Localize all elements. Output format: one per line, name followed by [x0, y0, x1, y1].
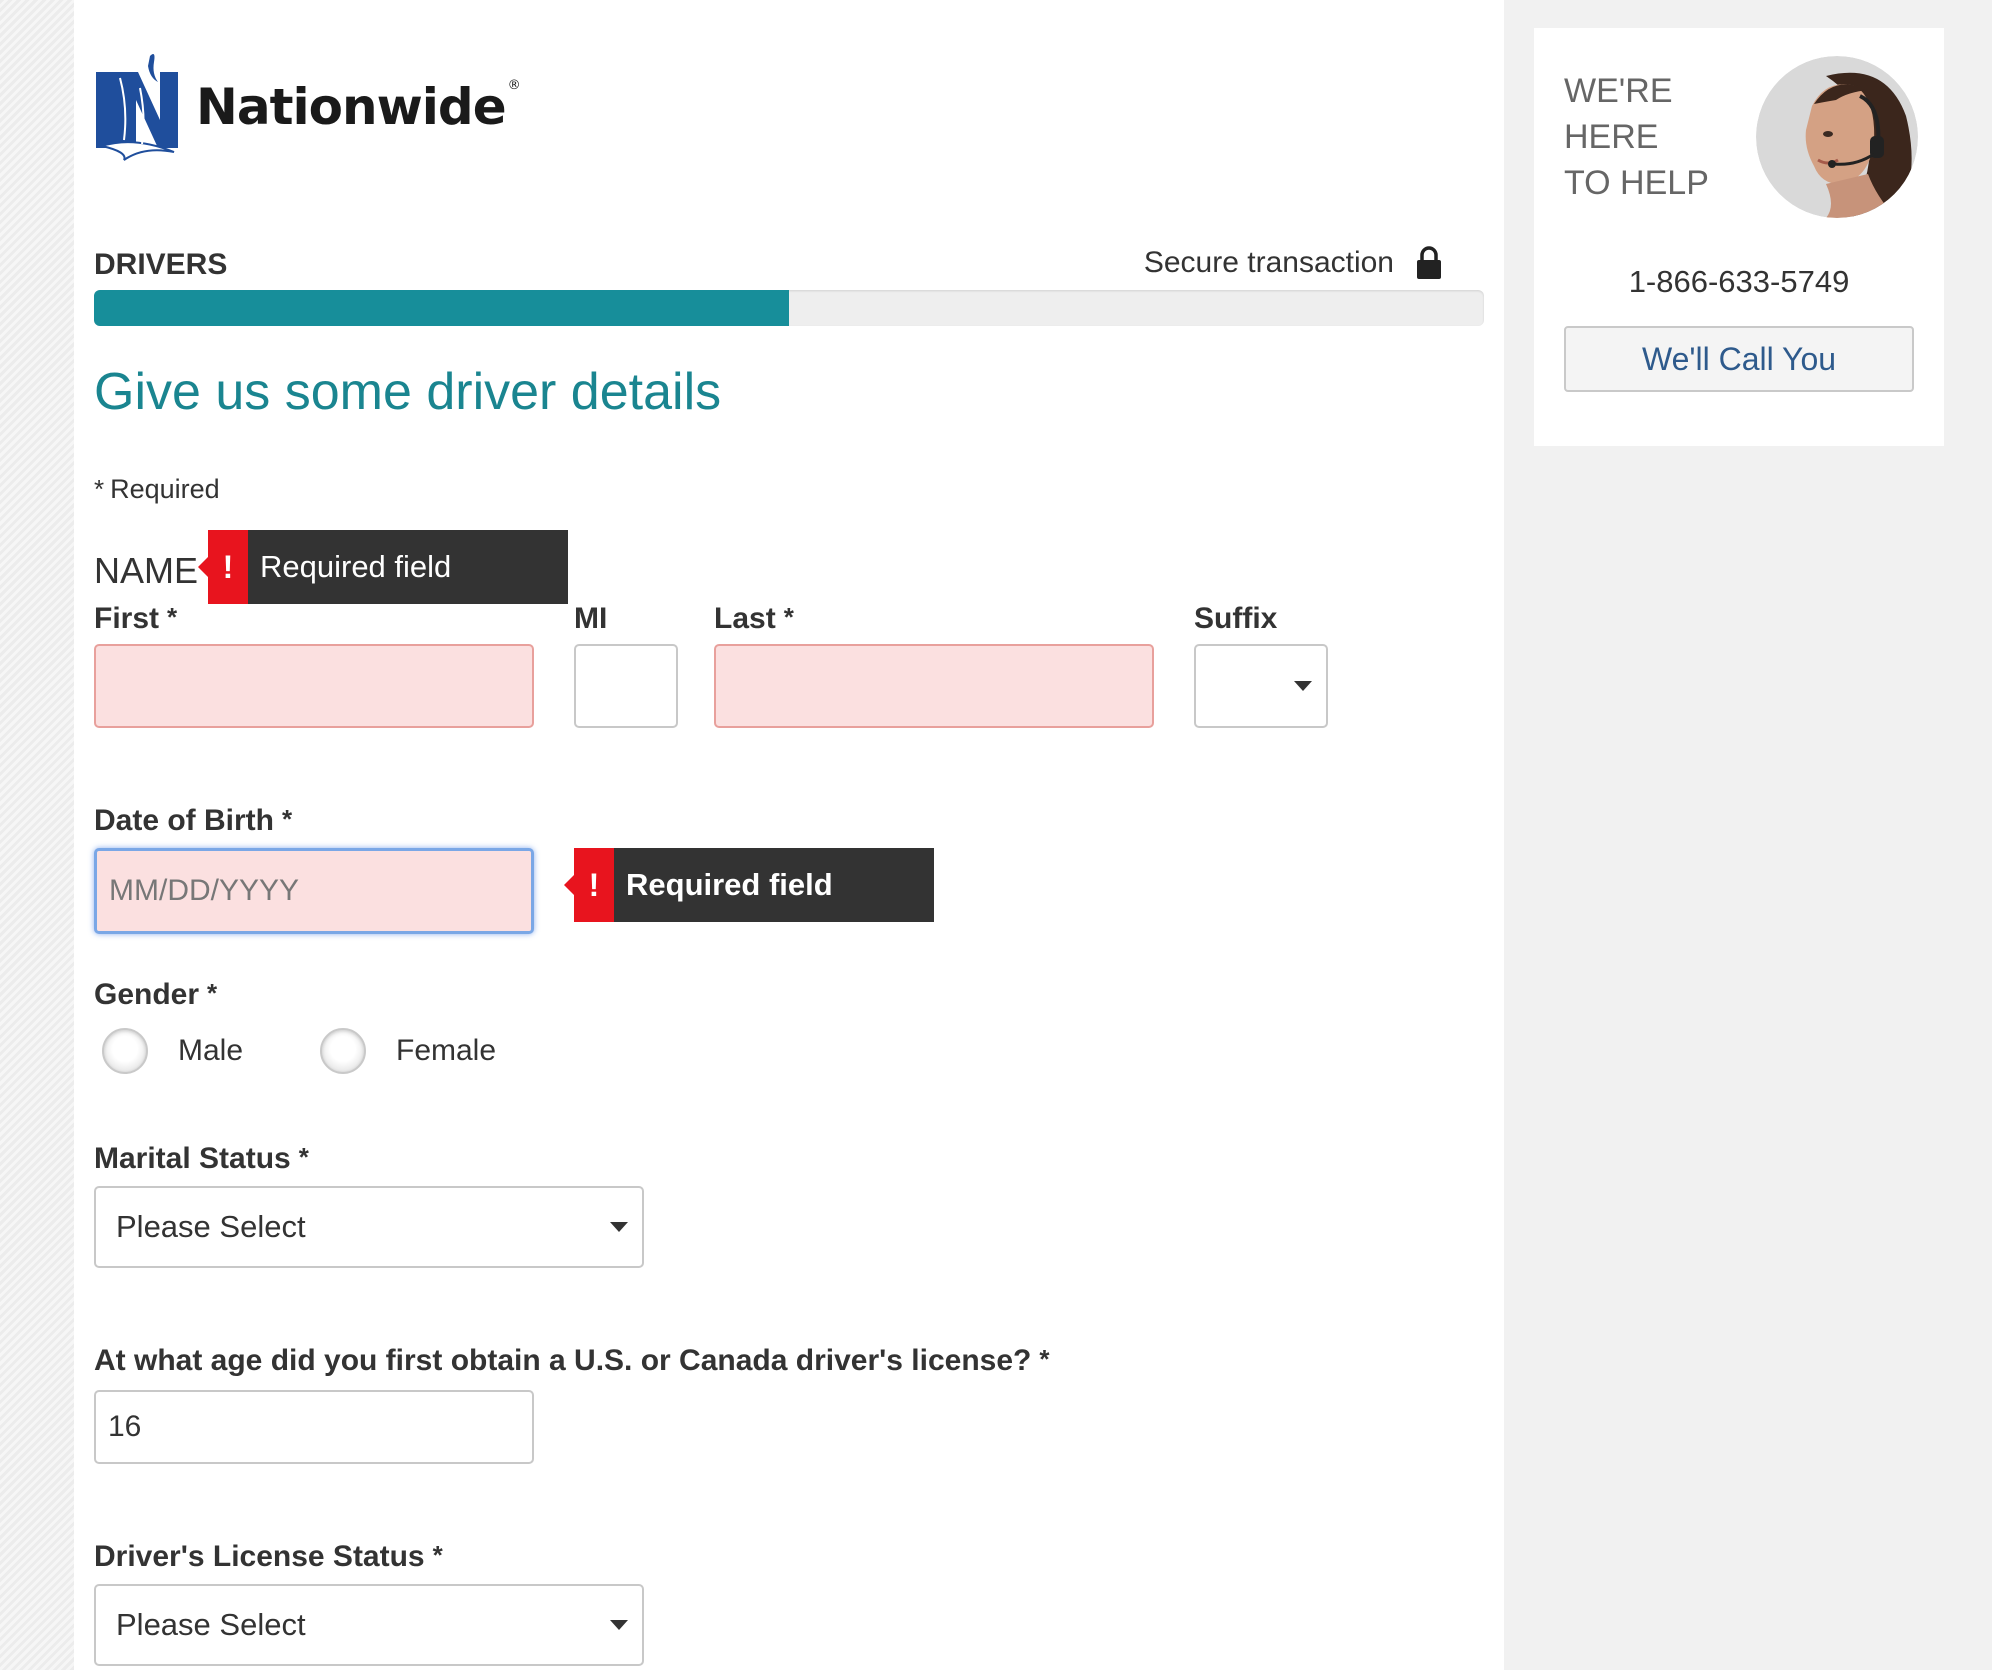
chevron-down-icon: [610, 1222, 628, 1232]
chevron-down-icon: [610, 1620, 628, 1630]
dob-label: Date of Birth *: [94, 804, 292, 838]
progress-bar: [94, 290, 1484, 326]
nationwide-eagle-logo-icon: [96, 54, 178, 161]
help-line: WE'RE: [1564, 72, 1673, 110]
gender-option-male[interactable]: Male: [102, 1028, 243, 1074]
required-star: *: [783, 602, 794, 632]
help-line: HERE: [1564, 118, 1659, 156]
error-icon: !: [564, 848, 614, 922]
help-line: TO HELP: [1564, 164, 1709, 202]
mi-input[interactable]: [574, 644, 678, 728]
required-star: *: [207, 978, 218, 1008]
name-error-tooltip: ! Required field: [198, 530, 568, 604]
page-background-stripes: [0, 0, 74, 1670]
support-agent-avatar: [1756, 56, 1918, 218]
phone-number[interactable]: 1-866-633-5749: [1534, 264, 1944, 300]
gender-option-female[interactable]: Female: [320, 1028, 496, 1074]
required-note-text: Required: [110, 474, 220, 504]
dob-error-text: Required field: [626, 867, 833, 902]
brand-name-text: Nationwide: [196, 78, 507, 136]
secure-transaction-text: Secure transaction: [1143, 246, 1394, 279]
radio-button[interactable]: [102, 1028, 148, 1074]
progress-fill: [94, 290, 789, 326]
required-note-star: *: [94, 474, 105, 504]
gender-label: Gender *: [94, 978, 217, 1012]
license-status-value: Please Select: [116, 1607, 306, 1642]
first-name-label-text: First: [94, 602, 160, 635]
required-star: *: [1039, 1344, 1050, 1374]
license-age-input[interactable]: [94, 1390, 534, 1464]
chevron-down-icon: [1294, 681, 1312, 691]
required-star: *: [298, 1142, 309, 1172]
mi-label: MI: [574, 602, 608, 635]
required-star: *: [167, 602, 178, 632]
license-status-label: Driver's License Status *: [94, 1540, 443, 1574]
first-name-label: First *: [94, 602, 177, 636]
well-call-you-button[interactable]: We'll Call You: [1564, 326, 1914, 392]
secure-transaction: Secure transaction: [1144, 246, 1442, 280]
license-age-label: At what age did you first obtain a U.S. …: [94, 1344, 1049, 1378]
last-name-label: Last *: [714, 602, 794, 636]
license-status-select[interactable]: Please Select: [94, 1584, 644, 1666]
gender-option-label: Male: [178, 1034, 244, 1067]
name-error-text: Required field: [260, 549, 452, 584]
marital-status-value: Please Select: [116, 1209, 306, 1244]
page-title: Give us some driver details: [94, 363, 722, 421]
license-age-label-text: At what age did you first obtain a U.S. …: [94, 1344, 1032, 1377]
suffix-select[interactable]: [1194, 644, 1328, 728]
marital-status-select[interactable]: Please Select: [94, 1186, 644, 1268]
help-heading: WE'RE HERE TO HELP: [1564, 68, 1744, 206]
step-label: DRIVERS: [94, 248, 228, 281]
suffix-label: Suffix: [1194, 602, 1278, 635]
required-star: *: [282, 804, 293, 834]
brand-name: Nationwide ®: [196, 78, 521, 136]
registered-mark: ®: [507, 78, 521, 93]
radio-button[interactable]: [320, 1028, 366, 1074]
name-section-heading: NAME: [94, 550, 199, 591]
license-status-label-text: Driver's License Status: [94, 1540, 425, 1573]
dob-input[interactable]: [94, 848, 534, 934]
dob-error-tooltip: ! Required field: [564, 848, 934, 922]
lock-icon: [1417, 246, 1441, 279]
marital-status-label: Marital Status *: [94, 1142, 309, 1176]
main-content: Nationwide ® DRIVERS Secure transaction G…: [74, 0, 1504, 1670]
marital-status-label-text: Marital Status: [94, 1142, 291, 1175]
required-note: * Required: [94, 474, 220, 505]
gender-option-label: Female: [396, 1034, 497, 1067]
first-name-input[interactable]: [94, 644, 534, 728]
brand-logo[interactable]: Nationwide ®: [94, 48, 521, 166]
last-name-input[interactable]: [714, 644, 1154, 728]
gender-label-text: Gender: [94, 978, 200, 1011]
required-star: *: [432, 1540, 443, 1570]
error-icon: !: [198, 530, 248, 604]
help-sidebar: WE'RE HERE TO HELP 1-866-633-5749 We'll …: [1534, 28, 1944, 446]
dob-label-text: Date of Birth: [94, 804, 274, 837]
last-name-label-text: Last: [714, 602, 776, 635]
